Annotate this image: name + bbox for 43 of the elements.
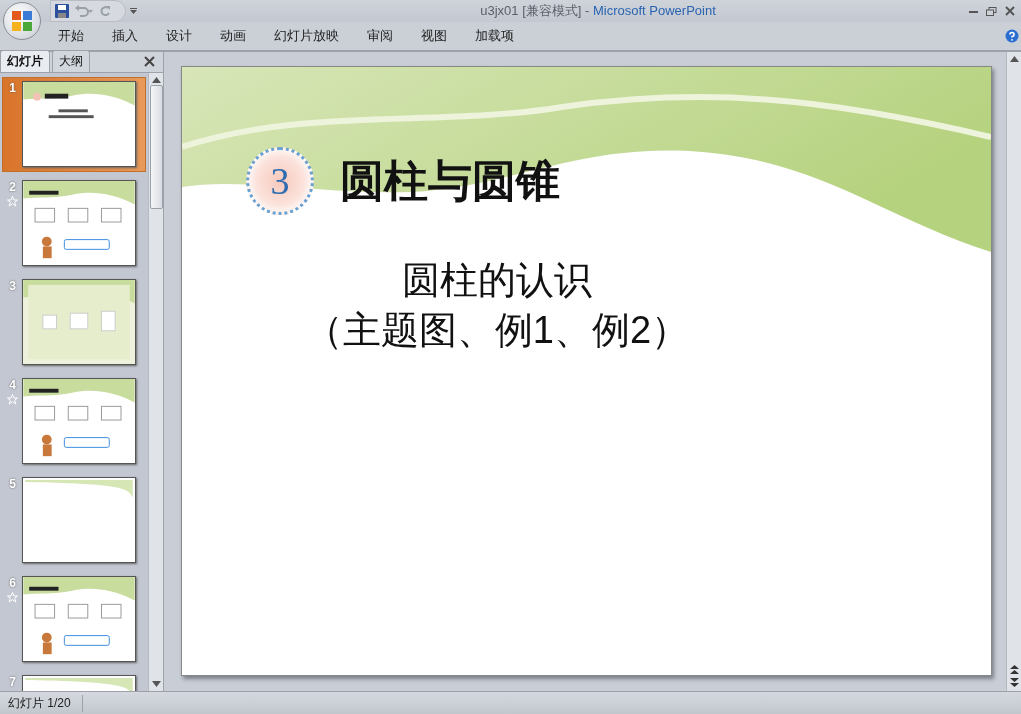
ribbon-tab[interactable]: 设计 — [158, 24, 200, 48]
slide-number: 6 — [9, 576, 16, 590]
ribbon-tab[interactable]: 加载项 — [467, 24, 522, 48]
next-slide-icon[interactable] — [1009, 678, 1019, 687]
slide-thumbnail[interactable] — [22, 477, 136, 563]
slide-thumbnail[interactable] — [22, 180, 136, 266]
save-icon[interactable] — [55, 4, 69, 18]
ribbon-tab[interactable]: 幻灯片放映 — [266, 24, 347, 48]
scroll-up-icon[interactable] — [151, 77, 161, 83]
slide-number: 4 — [9, 378, 16, 392]
restore-icon[interactable] — [986, 6, 997, 16]
ribbon-tab[interactable]: 动画 — [212, 24, 254, 48]
slide-subtitle: 圆柱的认识 （主题图、例1、例2） — [303, 258, 691, 353]
slide-counter: 幻灯片 1/20 — [0, 694, 83, 712]
slide-thumbnail[interactable] — [22, 81, 136, 167]
slide-title: 圆柱与圆锥 — [340, 154, 560, 207]
slide-number: 1 — [9, 81, 16, 95]
slide-number: 7 — [9, 675, 16, 689]
dropdown-caret-icon[interactable] — [130, 8, 137, 14]
close-icon[interactable] — [144, 56, 155, 67]
ribbon-tab[interactable]: 开始 — [50, 24, 92, 48]
scrollbar-thumb[interactable] — [149, 85, 163, 209]
previous-slide-icon[interactable] — [1009, 665, 1019, 674]
scroll-down-icon[interactable] — [151, 681, 161, 687]
ribbon-tab[interactable]: 审阅 — [359, 24, 401, 48]
close-icon[interactable] — [1005, 6, 1015, 16]
slide-number: 2 — [9, 180, 16, 194]
help-icon[interactable] — [1005, 29, 1019, 43]
slide-number: 3 — [9, 279, 16, 293]
scroll-up-icon[interactable] — [1009, 56, 1019, 62]
app-name: Microsoft PowerPoint — [592, 3, 716, 18]
slide-thumbnail[interactable] — [22, 279, 136, 365]
pane-tab[interactable]: 大纲 — [52, 50, 90, 72]
slide-thumbnail[interactable] — [22, 378, 136, 464]
ribbon-tab[interactable]: 插入 — [104, 24, 146, 48]
document-title: u3jx01 [兼容模式] - — [480, 3, 591, 18]
office-logo-icon — [10, 9, 34, 33]
slide-thumbnail[interactable] — [22, 576, 136, 662]
minimize-icon[interactable] — [969, 9, 978, 13]
pane-tab[interactable]: 幻灯片 — [0, 50, 50, 72]
number-badge: 3 — [246, 147, 314, 215]
ribbon-tab[interactable]: 视图 — [413, 24, 455, 48]
slide-number: 5 — [9, 477, 16, 491]
